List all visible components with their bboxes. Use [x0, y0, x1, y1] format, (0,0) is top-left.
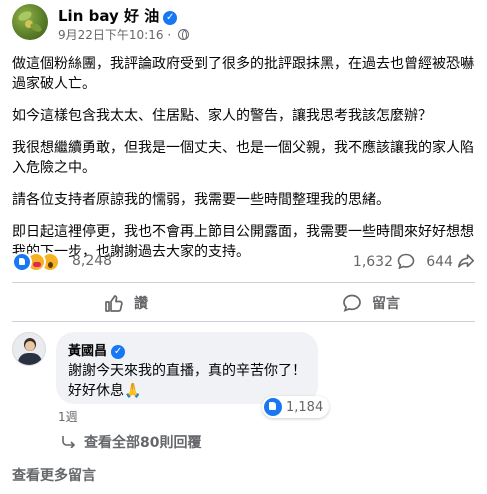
- post-actions: 讚 留言: [12, 290, 475, 316]
- meta-separator: ·: [167, 28, 172, 42]
- page-name[interactable]: Lin bay 好 油 ✓: [58, 5, 178, 26]
- view-replies-label: 查看全部80則回覆: [84, 435, 202, 451]
- comment-count-value[interactable]: 1,632: [353, 254, 393, 270]
- like-reaction-icon: [264, 398, 282, 416]
- post-meta: 9月22日下午10:16 ·: [58, 26, 189, 43]
- comment-button-label: 留言: [372, 296, 400, 312]
- post-header: Lin bay 好 油 ✓ 9月22日下午10:16 ·: [12, 4, 475, 44]
- page-name-text[interactable]: Lin bay 好 油: [58, 7, 159, 25]
- commenter-name-text[interactable]: 黃國昌: [68, 344, 107, 359]
- like-reaction-icon: [12, 252, 32, 272]
- verified-badge-icon: ✓: [163, 11, 178, 25]
- comment-bubble-icon: [397, 253, 415, 269]
- thumbs-up-icon: [105, 295, 123, 312]
- divider: [12, 282, 475, 283]
- like-button-label: 讚: [134, 296, 148, 312]
- page-avatar[interactable]: [12, 4, 48, 40]
- comment-bubble: 黃國昌 ✓ 謝謝今天來我的直播，真的辛苦你了！ 好好休息🙏: [56, 332, 318, 404]
- share-icon: [458, 254, 475, 268]
- comment-time[interactable]: 1週: [58, 408, 78, 425]
- reactions-bar: 8,248 1,632 644: [12, 252, 475, 274]
- commenter-name[interactable]: 黃國昌 ✓: [68, 340, 306, 359]
- post-paragraph: 我很想繼續勇敢，但我是一個丈夫、也是一個父親，我不應該讓我的家人陷入危險之中。: [12, 140, 474, 176]
- view-replies-link[interactable]: 查看全部80則回覆: [62, 432, 201, 452]
- reaction-count[interactable]: 8,248: [72, 253, 112, 269]
- comment-reaction-count[interactable]: 1,184: [262, 396, 330, 418]
- post-date[interactable]: 9月22日下午10:16: [58, 28, 164, 42]
- globe-icon[interactable]: [177, 29, 189, 40]
- share-count[interactable]: 644: [426, 253, 475, 270]
- comment-button[interactable]: 留言: [342, 290, 400, 316]
- comment-line: 謝謝今天來我的直播，真的辛苦你了！: [68, 363, 306, 379]
- more-comments-link[interactable]: 查看更多留言: [12, 465, 96, 485]
- post-body: 做這個粉絲團，我評論政府受到了很多的批評跟抹黑，在過去也曾經被恐嚇過家破人亡。 …: [12, 54, 477, 274]
- post-paragraph: 做這個粉絲團，我評論政府受到了很多的批評跟抹黑，在過去也曾經被恐嚇過家破人亡。: [12, 56, 474, 92]
- comment-icon: [343, 294, 361, 312]
- reply-arrow-icon: [62, 436, 76, 448]
- like-button[interactable]: 讚: [104, 290, 148, 316]
- commenter-avatar[interactable]: [12, 332, 46, 366]
- share-count-value[interactable]: 644: [426, 254, 453, 270]
- comment-text: 謝謝今天來我的直播，真的辛苦你了！ 好好休息🙏: [68, 361, 306, 401]
- post-paragraph: 如今這樣包含我太太、住居點、家人的警告，讓我思考我該怎麼辦？: [12, 108, 432, 124]
- verified-badge-icon: ✓: [111, 345, 126, 359]
- post-paragraph: 請各位支持者原諒我的懦弱，我需要一些時間整理我的思緒。: [12, 192, 390, 208]
- divider: [12, 321, 475, 322]
- comment-count[interactable]: 1,632: [353, 253, 415, 270]
- comment-likes-value: 1,184: [286, 399, 324, 415]
